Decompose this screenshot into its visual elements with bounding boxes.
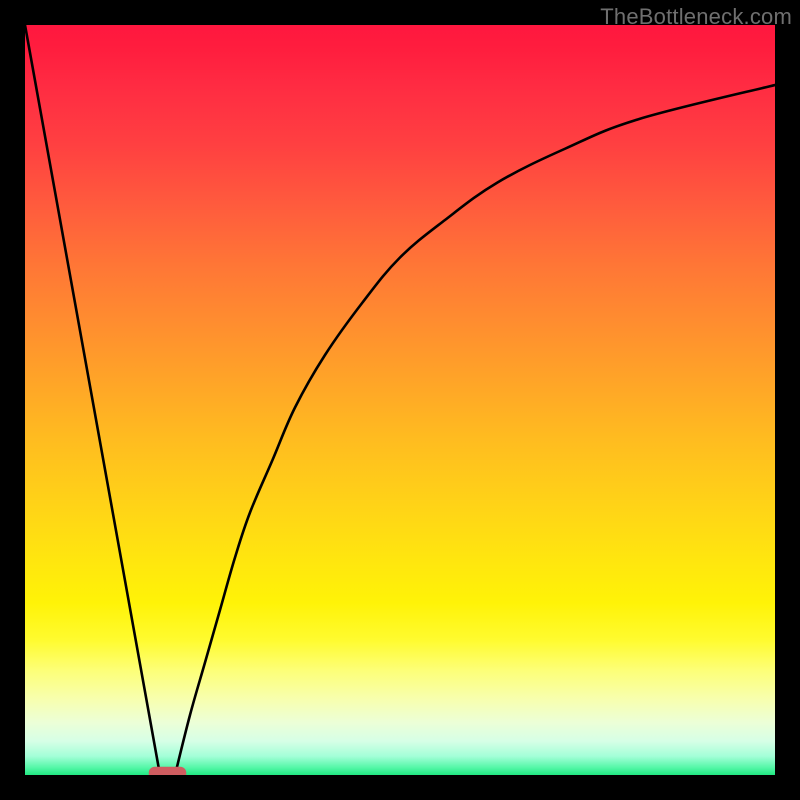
plot-area [25,25,775,775]
chart-frame: TheBottleneck.com [0,0,800,800]
curve-overlay [25,25,775,775]
curve-left-segment [25,25,160,775]
curve-right-segment [175,85,775,775]
watermark-text: TheBottleneck.com [600,4,792,30]
curve-group [25,25,775,775]
minimum-marker [149,767,187,775]
